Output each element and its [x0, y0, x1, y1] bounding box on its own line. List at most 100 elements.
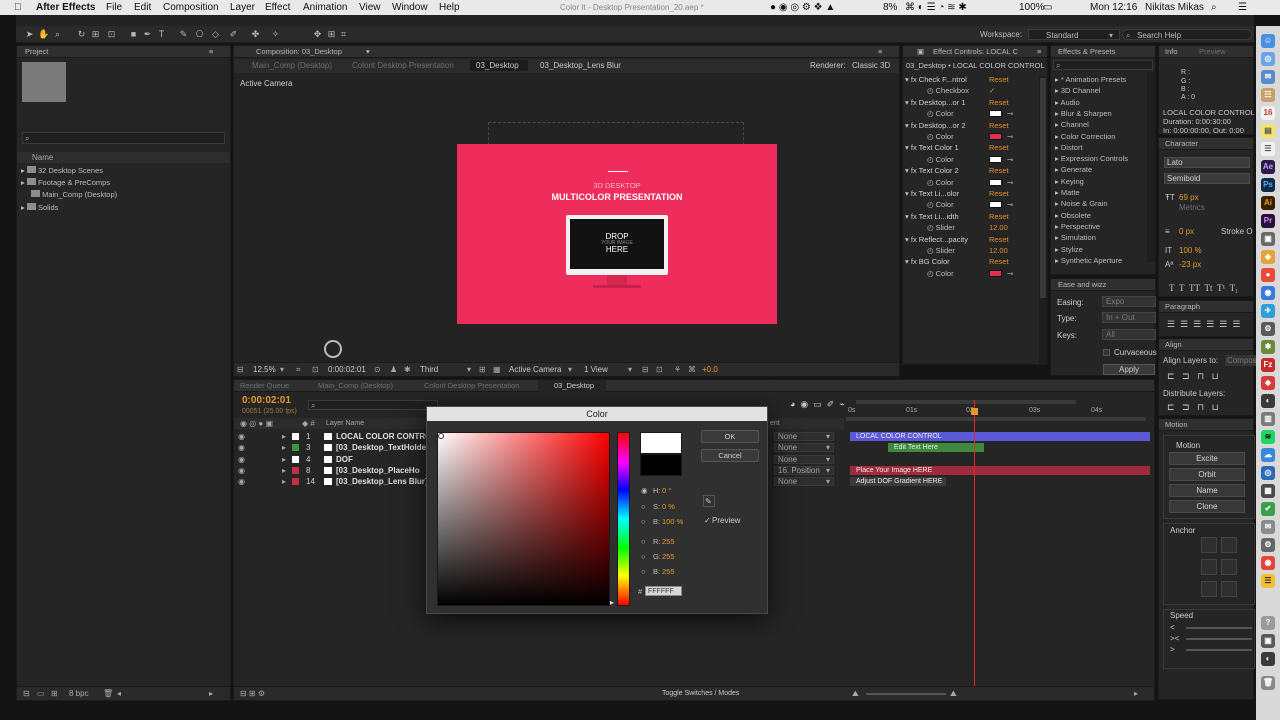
paragraph-align-icons[interactable]: ☰ ☰ ☰ ☰ ☰ ☰ — [1167, 319, 1240, 330]
menu-file[interactable]: File — [106, 0, 122, 15]
menu-view[interactable]: View — [359, 0, 381, 15]
effect-row[interactable]: ▾ fx Desktop...or 1 Reset — [905, 97, 1037, 108]
effects-category[interactable]: ▸ Channel — [1055, 119, 1089, 130]
breadcrumb-item-active[interactable]: 03_Desktop — [476, 60, 519, 71]
resolution-select[interactable]: Third — [420, 364, 438, 375]
property-value[interactable]: ✓ — [989, 85, 995, 96]
effect-row[interactable]: ▾ fx Text Color 1 Reset — [905, 142, 1037, 153]
chevron-down-icon[interactable]: ▾ — [826, 442, 830, 453]
app-icon[interactable]: ☁ — [1261, 448, 1275, 462]
stopwatch-icon[interactable]: ◴ — [927, 132, 934, 141]
puppet-tool-icon[interactable]: ✤ — [250, 29, 261, 40]
disclosure-triangle-icon[interactable]: ▾ — [905, 121, 909, 130]
panel-menu-icon[interactable]: ≡ — [209, 46, 213, 58]
disclosure-triangle-icon[interactable]: ▸ — [1055, 199, 1059, 208]
color-swatch[interactable] — [989, 133, 1002, 140]
search-icon[interactable]: ⌕ — [1211, 0, 1217, 15]
effect-property-row[interactable]: ◴ Color ⊸ — [905, 154, 1037, 165]
reset-link[interactable]: Reset — [989, 74, 1009, 85]
finder-icon[interactable]: ☺ — [1261, 34, 1275, 48]
layer-name-column[interactable]: Layer Name — [326, 418, 364, 429]
vertical-scale-value[interactable]: 100 % — [1179, 245, 1202, 256]
fx-icon[interactable]: fx — [911, 143, 917, 152]
type-tool-icon[interactable]: T — [156, 29, 167, 40]
app-icon[interactable]: ● — [1261, 268, 1275, 282]
timeline-search-input[interactable]: ⌕ — [308, 400, 438, 410]
effect-property-row[interactable]: ◴ Color ⊸ — [905, 268, 1037, 279]
pixel-aspect-icon[interactable]: ⊟ — [642, 364, 649, 375]
layer-name[interactable]: [03_Desktop_TextHolde — [336, 442, 426, 453]
snapshot-icon[interactable]: ⊙ — [374, 364, 381, 375]
mask-visibility-icon[interactable]: ⊡ — [312, 364, 319, 375]
chevron-down-icon[interactable]: ▾ — [366, 46, 370, 58]
lock-icon[interactable]: ▣ — [917, 46, 924, 58]
eyedropper-icon[interactable]: ⊸ — [1007, 108, 1013, 119]
ease-wizz-tab[interactable]: Ease and wizz — [1058, 279, 1106, 291]
trash-icon[interactable]: 🗑 — [103, 688, 113, 699]
chevron-down-icon[interactable]: ▾ — [568, 364, 572, 375]
visibility-eye-icon[interactable]: ◉ — [238, 431, 245, 442]
fast-preview-icon[interactable]: ⊡ — [656, 364, 663, 375]
property-value[interactable]: 12.00 — [989, 222, 1008, 233]
stroke-mode-select[interactable]: Stroke O — [1221, 226, 1253, 237]
blue-radio[interactable]: ○ — [641, 567, 646, 576]
timeline-footer-icons[interactable]: ⊟ ⊞ ⚙ — [240, 688, 265, 699]
flowchart-icon[interactable]: ⌘ — [688, 364, 696, 375]
spotify-icon[interactable]: ≋ — [1261, 430, 1275, 444]
effect-row[interactable]: ▾ fx BG Color Reset — [905, 256, 1037, 267]
fx-icon[interactable]: fx — [911, 235, 917, 244]
composition-tab[interactable]: Composition: 03_Desktop — [256, 46, 342, 58]
project-item-folder[interactable]: ▸ 32 Desktop Scenes — [21, 165, 103, 176]
saturation-brightness-field[interactable] — [437, 432, 610, 606]
eyedropper-icon[interactable]: ⊸ — [1007, 154, 1013, 165]
speed-in-slider[interactable] — [1186, 627, 1252, 629]
reset-link[interactable]: Reset — [989, 188, 1009, 199]
hand-tool-icon[interactable]: ✋ — [38, 29, 49, 40]
menu-help[interactable]: Help — [439, 0, 460, 15]
contacts-icon[interactable]: ☷ — [1261, 88, 1275, 102]
color-selector-circle[interactable] — [438, 433, 444, 439]
effect-property-row[interactable]: ◴ Slider 12.00 — [905, 222, 1037, 233]
world-axis-icon[interactable]: ⊞ — [326, 29, 337, 40]
effects-category[interactable]: ▸ Distort — [1055, 142, 1083, 153]
color-swatch[interactable] — [989, 156, 1002, 163]
speed-both-slider[interactable] — [1186, 638, 1252, 640]
hue-slider[interactable] — [617, 432, 630, 606]
reset-link[interactable]: Reset — [989, 234, 1009, 245]
disclosure-triangle-icon[interactable]: ▸ — [1055, 188, 1059, 197]
disclosure-triangle-icon[interactable]: ▸ — [1055, 211, 1059, 220]
column-name[interactable]: Name — [32, 152, 53, 163]
disclosure-triangle-icon[interactable]: ▾ — [905, 166, 909, 175]
ok-button[interactable]: OK — [701, 430, 759, 443]
roto-brush-tool-icon[interactable]: ✐ — [228, 29, 239, 40]
brush-tool-icon[interactable]: ✎ — [178, 29, 189, 40]
name-button[interactable]: Name — [1169, 484, 1245, 497]
effect-row[interactable]: ▾ fx Text Li...olor Reset — [905, 188, 1037, 199]
show-snapshot-icon[interactable]: ♟ — [390, 364, 397, 375]
effects-category[interactable]: ▸ Blur & Sharpen — [1055, 108, 1112, 119]
interpret-footage-icon[interactable]: ⊟ — [23, 688, 30, 699]
type-select[interactable]: In + Out — [1102, 312, 1156, 323]
chevron-down-icon[interactable]: ▾ — [467, 364, 471, 375]
effects-category[interactable]: ▸ Obsolete — [1055, 210, 1091, 221]
effects-category[interactable]: ▸ Stylize — [1055, 244, 1083, 255]
app-icon[interactable]: ▣ — [1261, 232, 1275, 246]
scroll-right-icon[interactable]: ▸ — [209, 688, 213, 699]
layer-name[interactable]: [03_Desktop_PlaceHo — [336, 465, 420, 476]
layer-duration-bar[interactable]: Place Your Image HERE — [850, 465, 1150, 475]
layer-duration-bar[interactable]: LOCAL COLOR CONTROL — [850, 432, 1150, 441]
menu-after-effects[interactable]: After Effects — [36, 0, 95, 15]
effects-category[interactable]: ▸ * Animation Presets — [1055, 74, 1126, 85]
layer-duration-bar[interactable]: Adjust DOF Gradient HERE — [850, 477, 946, 487]
eyedropper-icon[interactable]: ⊸ — [1007, 199, 1013, 210]
help-icon[interactable]: ? — [1261, 616, 1275, 630]
menu-animation[interactable]: Animation — [303, 0, 347, 15]
comp-canvas[interactable]: 3D DESKTOP MULTICOLOR PRESENTATION DROP … — [457, 144, 777, 324]
color-swatch[interactable] — [989, 110, 1002, 117]
disclosure-triangle-icon[interactable]: ▸ — [1055, 120, 1059, 129]
effect-property-row[interactable]: ◴ Checkbox ✓ — [905, 85, 1037, 96]
user-name[interactable]: Nikitas Mikas — [1145, 0, 1204, 15]
effects-category[interactable]: ▸ Perspective — [1055, 221, 1100, 232]
breadcrumb-item[interactable]: Colorit Desktop Presentation — [352, 60, 454, 71]
disclosure-triangle-icon[interactable]: ▸ — [1055, 109, 1059, 118]
